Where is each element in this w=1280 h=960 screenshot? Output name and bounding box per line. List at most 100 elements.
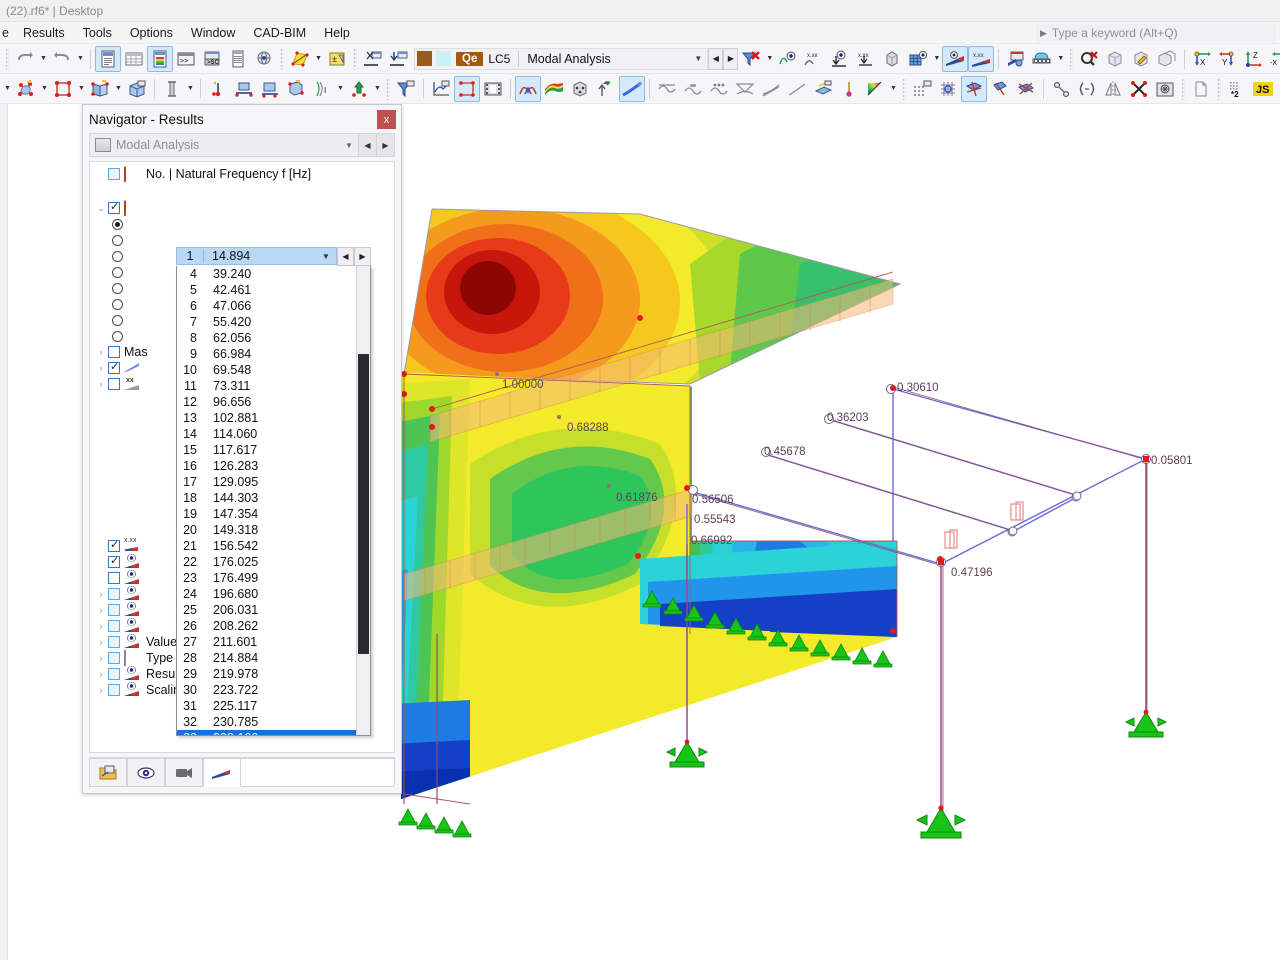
view-negx-button[interactable]: -X xyxy=(1267,46,1280,72)
expander-icon[interactable]: › xyxy=(94,669,108,679)
line-support-button[interactable] xyxy=(231,76,257,102)
radio-button[interactable] xyxy=(112,266,123,278)
checkbox[interactable] xyxy=(108,620,120,632)
member-support-button[interactable] xyxy=(283,76,309,102)
tree-row-mode[interactable] xyxy=(90,232,394,248)
prev-load-case-button[interactable]: ◀ xyxy=(708,47,724,70)
color-scale-button[interactable] xyxy=(862,76,888,102)
mode-list-item[interactable]: 13 102.881 xyxy=(177,410,370,426)
mode-list-item[interactable]: 23 176.499 xyxy=(177,570,370,586)
mode-next-button[interactable]: ▶ xyxy=(354,247,371,266)
checkbox[interactable] xyxy=(108,636,120,648)
keyword-search-box[interactable]: ▶ Type a keyword (Alt+Q) xyxy=(1036,24,1276,42)
scrollbar-thumb[interactable] xyxy=(358,354,369,654)
mode-list-item[interactable]: 29 219.978 xyxy=(177,666,370,682)
plane-xy-button[interactable] xyxy=(961,75,987,102)
radio-button[interactable] xyxy=(112,218,123,230)
radio-button[interactable] xyxy=(112,250,123,262)
surface-dropdown-icon[interactable]: ▼ xyxy=(113,76,124,102)
diagram-type-3-button[interactable] xyxy=(706,76,732,102)
min-value-button[interactable] xyxy=(827,46,853,72)
load-dropdown-icon[interactable]: ▼ xyxy=(372,76,383,102)
color-scale-dropdown-icon[interactable]: ▼ xyxy=(888,76,899,102)
menu-item-file[interactable]: e xyxy=(2,24,14,42)
nodal-support-button[interactable] xyxy=(205,76,231,102)
insert-down-button[interactable] xyxy=(386,46,412,72)
mesh-refinement-button[interactable]: I xyxy=(309,76,335,102)
chevron-down-icon[interactable]: ▼ xyxy=(689,54,707,63)
console-button[interactable]: >>_ xyxy=(173,46,199,72)
checkbox[interactable] xyxy=(108,572,120,584)
checkbox[interactable] xyxy=(108,538,120,552)
mode-list-item[interactable]: 11 73.311 xyxy=(177,378,370,394)
box-view-button[interactable] xyxy=(1102,46,1128,72)
expander-icon[interactable]: › xyxy=(94,653,108,663)
table-button[interactable] xyxy=(121,46,147,72)
diagram-type-1-button[interactable] xyxy=(654,76,680,102)
checkbox[interactable] xyxy=(108,346,120,358)
diagram-type-2-button[interactable] xyxy=(680,76,706,102)
expander-icon[interactable]: › xyxy=(94,685,108,695)
diagram-type-4-button[interactable] xyxy=(732,76,758,102)
node-dropdown-icon[interactable]: ▼ xyxy=(39,76,50,102)
mode-shape-button[interactable] xyxy=(515,75,541,102)
analysis-type-value[interactable]: Modal Analysis xyxy=(519,52,689,66)
camera-settings-button[interactable] xyxy=(1152,76,1178,102)
checkbox[interactable] xyxy=(108,168,120,180)
grid-snap-button[interactable] xyxy=(909,76,935,102)
cloud-dropdown-icon[interactable]: ▼ xyxy=(1055,46,1066,72)
menu-item-help[interactable]: Help xyxy=(315,24,359,42)
model-viewport[interactable]: 1.00000 0.68288 0.61876 0.30610 0.36203 … xyxy=(0,104,1280,960)
zoom-delete-button[interactable] xyxy=(1076,46,1102,72)
mode-list-item[interactable]: 8 62.056 xyxy=(177,330,370,346)
menu-item-cad-bim[interactable]: CAD-BIM xyxy=(244,24,315,42)
line-dropdown-icon[interactable]: ▼ xyxy=(76,76,87,102)
printout-report-button[interactable] xyxy=(95,45,121,72)
mesh-dropdown-icon[interactable]: ▼ xyxy=(931,46,942,72)
scale-up-button[interactable] xyxy=(593,76,619,102)
member-button[interactable] xyxy=(159,76,185,102)
box-edit-button[interactable] xyxy=(1128,46,1154,72)
checkbox[interactable] xyxy=(108,378,120,390)
radio-button[interactable] xyxy=(112,282,123,294)
checkbox[interactable] xyxy=(108,200,120,214)
expander-icon[interactable]: › xyxy=(94,363,108,373)
min-value-xxx-button[interactable]: x.xx xyxy=(853,46,879,72)
menu-item-window[interactable]: Window xyxy=(182,24,244,42)
deformation-button[interactable] xyxy=(454,75,480,102)
new-node-button[interactable] xyxy=(13,76,39,102)
checkbox[interactable] xyxy=(108,554,120,568)
radio-button[interactable] xyxy=(112,298,123,310)
results-navigator-panel[interactable]: Navigator - Results x Modal Analysis ▼ ◀… xyxy=(82,104,402,794)
results-tree[interactable]: › No. | Natural Frequency f [Hz] ⌄ xyxy=(89,161,395,753)
mode-list-item[interactable]: 6 47.066 xyxy=(177,298,370,314)
expander-icon[interactable]: › xyxy=(94,379,108,389)
printout-list-button[interactable] xyxy=(225,46,251,72)
mode-list-item[interactable]: 19 147.354 xyxy=(177,506,370,522)
js-script-button[interactable]: JS xyxy=(1250,76,1276,102)
next-analysis-button[interactable]: ▶ xyxy=(376,134,394,156)
globe-button[interactable] xyxy=(251,46,277,72)
colored-table-button[interactable] xyxy=(147,45,173,72)
render-surface-button[interactable] xyxy=(287,46,313,72)
cloud-mesh-button[interactable] xyxy=(1029,46,1055,72)
load-button[interactable] xyxy=(346,76,372,102)
delete-filter-button[interactable] xyxy=(738,46,764,72)
tree-row-mode[interactable] xyxy=(90,216,394,232)
view-y-button[interactable]: Y xyxy=(1215,46,1241,72)
mode-list-item[interactable]: 28 214.884 xyxy=(177,650,370,666)
values-xxx-button[interactable]: x.xx xyxy=(801,46,827,72)
plane-xz-button[interactable] xyxy=(1013,76,1039,102)
mode-list-item[interactable]: 24 196.680 xyxy=(177,586,370,602)
mode-list-item[interactable]: 16 126.283 xyxy=(177,458,370,474)
radio-button[interactable] xyxy=(112,314,123,326)
dice-view-button[interactable] xyxy=(567,76,593,102)
mode-list-item[interactable]: 5 42.461 xyxy=(177,282,370,298)
mode-combobox-field[interactable]: 1 14.894 ▼ xyxy=(176,247,337,265)
script-button[interactable]: >SC xyxy=(199,46,225,72)
redo-dropdown-icon[interactable]: ▼ xyxy=(75,46,86,72)
rendering-navigator-tab[interactable] xyxy=(165,758,203,787)
mode-list-item[interactable]: 22 176.025 xyxy=(177,554,370,570)
view-x-button[interactable]: X xyxy=(1189,46,1215,72)
mode-list-item[interactable]: 18 144.303 xyxy=(177,490,370,506)
